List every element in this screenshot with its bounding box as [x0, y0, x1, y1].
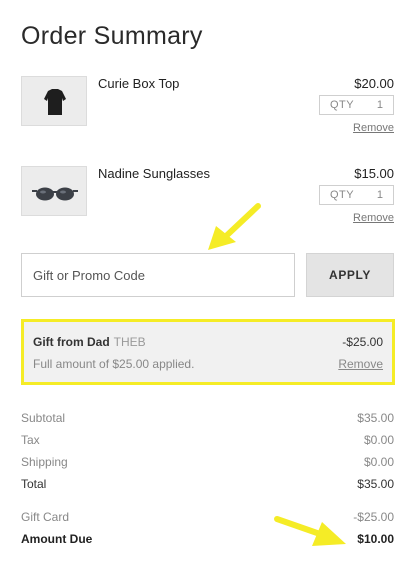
remove-link[interactable]: Remove [353, 212, 394, 224]
qty-label: QTY [330, 99, 355, 111]
cart-item: Curie Box Top $20.00 QTY 1 Remove [21, 76, 394, 136]
quantity-field[interactable]: QTY 1 [319, 95, 394, 115]
gift-remove-link[interactable]: Remove [338, 357, 383, 371]
qty-label: QTY [330, 189, 355, 201]
subtotal-label: Subtotal [21, 411, 66, 425]
remove-link[interactable]: Remove [353, 122, 394, 134]
arrow-annotation-icon [274, 516, 346, 546]
amount-due-label: Amount Due [21, 532, 93, 546]
page-title: Order Summary [21, 22, 203, 50]
item-name[interactable]: Nadine Sunglasses [98, 166, 210, 181]
sunglasses-icon [32, 187, 78, 201]
gift-card-amount: -$25.00 [342, 335, 383, 349]
amount-due-value: $10.00 [357, 532, 394, 546]
item-name[interactable]: Curie Box Top [98, 76, 179, 91]
arrow-annotation-icon [208, 203, 261, 250]
product-thumbnail[interactable] [21, 76, 87, 126]
gift-card-value: -$25.00 [353, 510, 394, 524]
black-top-icon [44, 89, 66, 115]
gift-card-label: Gift Card [21, 510, 70, 524]
applied-gift-card: Gift from Dad THEB -$25.00 Full amount of… [21, 319, 395, 385]
shipping-row: Shipping $0.00 [21, 455, 394, 471]
total-label: Total [21, 477, 47, 491]
apply-button[interactable]: APPLY [306, 253, 394, 297]
promo-code-input[interactable] [21, 253, 295, 297]
subtotal-row: Subtotal $35.00 [21, 411, 394, 427]
shipping-label: Shipping [21, 455, 68, 469]
total-row: Total $35.00 [21, 477, 394, 493]
gift-card-name: Gift from Dad THEB [33, 335, 146, 349]
gift-card-title: Gift from Dad [33, 335, 110, 349]
item-price: $20.00 [354, 76, 394, 91]
qty-value[interactable]: 1 [377, 189, 383, 201]
quantity-field[interactable]: QTY 1 [319, 185, 394, 205]
qty-value[interactable]: 1 [377, 99, 383, 111]
tax-value: $0.00 [363, 433, 394, 447]
gift-card-note: Full amount of $25.00 applied. [33, 357, 195, 371]
subtotal-value: $35.00 [357, 411, 394, 425]
tax-row: Tax $0.00 [21, 433, 394, 449]
total-value: $35.00 [357, 477, 394, 491]
product-thumbnail[interactable] [21, 166, 87, 216]
item-price: $15.00 [354, 166, 394, 181]
gift-card-code: THEB [113, 335, 146, 349]
shipping-value: $0.00 [363, 455, 394, 469]
tax-label: Tax [21, 433, 40, 447]
